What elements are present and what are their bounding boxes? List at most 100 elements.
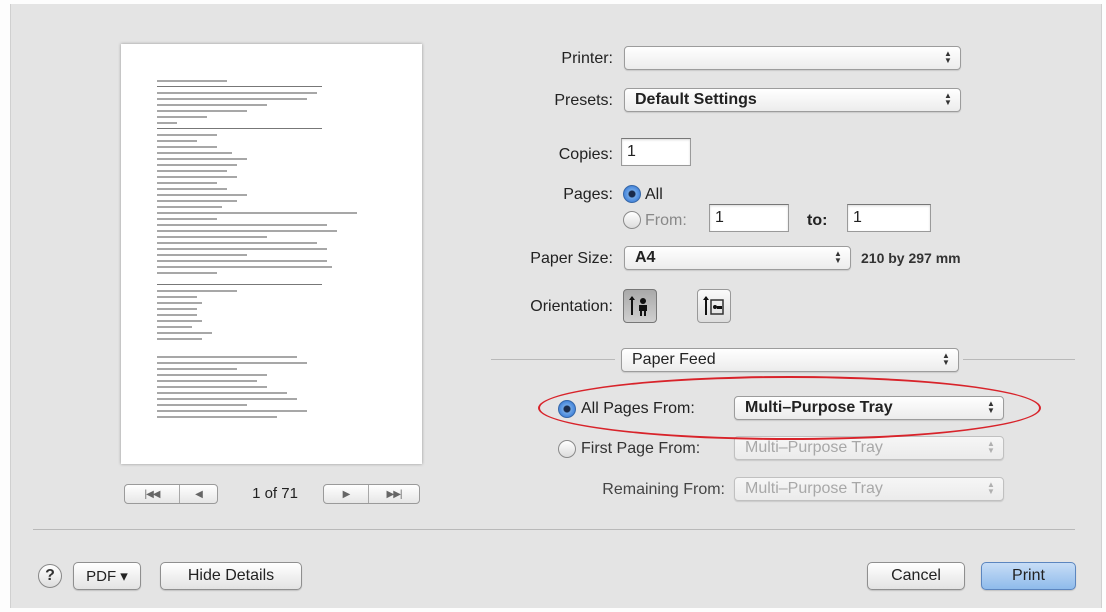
orientation-portrait-button[interactable] [623, 289, 657, 323]
preview-text-line [157, 392, 287, 394]
preview-text-line [157, 80, 227, 82]
preview-text-line [157, 110, 247, 112]
print-button[interactable]: Print [981, 562, 1076, 590]
first-page-from-label: First Page From: [581, 440, 701, 457]
preview-text-line [157, 218, 217, 220]
preview-text-line [157, 212, 357, 214]
preview-text-line [157, 386, 267, 388]
pages-label: Pages: [563, 186, 613, 203]
popup-arrows-icon: ▲ ▼ [944, 49, 952, 65]
preview-text-line [157, 236, 267, 238]
portrait-person-icon [629, 296, 647, 316]
presets-label: Presets: [554, 92, 613, 109]
first-page-source-popup[interactable]: Multi–Purpose Tray ▲ ▼ [734, 436, 1004, 460]
pages-from-label: From: [645, 212, 687, 229]
hide-details-button[interactable]: Hide Details [160, 562, 302, 590]
last-page-button[interactable]: ▶▶| [368, 485, 419, 503]
preview-text-line [157, 158, 247, 160]
preview-nav-forward-group: ▶ ▶▶| [323, 484, 420, 504]
first-page-button[interactable]: |◀◀ [125, 485, 179, 503]
section-separator-left [491, 359, 615, 360]
orientation-landscape-button[interactable] [697, 289, 731, 323]
preview-text-line [157, 200, 237, 202]
preview-text-line [157, 122, 177, 124]
preview-text-line [157, 164, 237, 166]
preview-text-line [157, 182, 217, 184]
preview-text-line [157, 116, 207, 118]
previous-page-button[interactable]: ◀ [179, 485, 217, 503]
preview-text-line [157, 140, 197, 142]
preview-text-line [157, 170, 227, 172]
preview-text-line [157, 260, 327, 262]
preview-text-line [157, 230, 337, 232]
preview-text-line [157, 254, 247, 256]
popup-arrows-icon: ▲ ▼ [987, 399, 995, 415]
first-page-from-radio[interactable] [558, 440, 576, 458]
cancel-button[interactable]: Cancel [867, 562, 965, 590]
preview-text-line [157, 104, 267, 106]
preview-text-line [157, 302, 202, 304]
pages-from-radio[interactable] [623, 211, 641, 229]
preview-text-line [157, 92, 317, 94]
landscape-person-icon [703, 296, 724, 315]
preview-text-line [157, 98, 307, 100]
preview-text-line [157, 146, 217, 148]
preview-text-line [157, 134, 217, 136]
presets-value: Default Settings [635, 91, 757, 108]
help-button[interactable]: ? [38, 564, 62, 588]
preview-nav-back-group: |◀◀ ◀ [124, 484, 218, 504]
all-pages-from-label: All Pages From: [581, 400, 695, 417]
preview-text-line [157, 368, 237, 370]
preview-text-line [157, 332, 212, 334]
paper-dimensions: 210 by 297 mm [861, 250, 961, 266]
footer-separator [33, 529, 1075, 530]
preview-text-line [157, 242, 317, 244]
remaining-from-label: Remaining From: [602, 481, 725, 498]
remaining-source-value: Multi–Purpose Tray [745, 480, 883, 497]
preview-text-line [157, 308, 197, 310]
popup-arrows-icon: ▲ ▼ [834, 249, 842, 265]
preview-text-line [157, 248, 327, 250]
popup-arrows-icon: ▲ ▼ [987, 439, 995, 455]
printer-popup[interactable]: ▲ ▼ [624, 46, 961, 70]
popup-arrows-icon: ▲ ▼ [942, 351, 950, 367]
preview-rule-line [157, 86, 322, 87]
next-page-button[interactable]: ▶ [324, 485, 368, 503]
paper-size-label: Paper Size: [530, 250, 613, 267]
preview-text-line [157, 290, 237, 292]
preview-text-line [157, 404, 247, 406]
help-icon: ? [45, 567, 55, 584]
pages-all-radio[interactable] [623, 185, 641, 203]
pdf-menu-button[interactable]: PDF ▾ [73, 562, 141, 590]
preview-text-line [157, 326, 192, 328]
paper-size-popup[interactable]: A4 ▲ ▼ [624, 246, 851, 270]
preview-text-line [157, 152, 232, 154]
copies-label: Copies: [558, 146, 613, 163]
preview-text-line [157, 374, 267, 376]
orientation-label: Orientation: [530, 298, 613, 315]
preview-text-line [157, 398, 297, 400]
section-popup[interactable]: Paper Feed ▲ ▼ [621, 348, 959, 372]
all-pages-source-popup[interactable]: Multi–Purpose Tray ▲ ▼ [734, 396, 1004, 420]
preview-text-line [157, 410, 307, 412]
remaining-source-popup[interactable]: Multi–Purpose Tray ▲ ▼ [734, 477, 1004, 501]
pages-to-label: to: [807, 212, 828, 229]
preview-text-line [157, 320, 202, 322]
print-preview-page [121, 44, 422, 464]
preview-text-line [157, 194, 247, 196]
copies-field[interactable]: 1 [621, 138, 691, 166]
preview-text-line [157, 380, 257, 382]
preview-text-line [157, 356, 297, 358]
section-value: Paper Feed [632, 351, 716, 368]
pages-to-field[interactable]: 1 [847, 204, 931, 232]
page-indicator: 1 of 71 [252, 485, 298, 502]
all-pages-from-radio[interactable] [558, 400, 576, 418]
preview-text-line [157, 224, 327, 226]
preview-rule-line [157, 128, 322, 129]
preview-text-line [157, 206, 222, 208]
popup-arrows-icon: ▲ ▼ [944, 91, 952, 107]
first-page-source-value: Multi–Purpose Tray [745, 439, 883, 456]
pages-from-field[interactable]: 1 [709, 204, 789, 232]
preview-text-line [157, 188, 227, 190]
presets-popup[interactable]: Default Settings ▲ ▼ [624, 88, 961, 112]
